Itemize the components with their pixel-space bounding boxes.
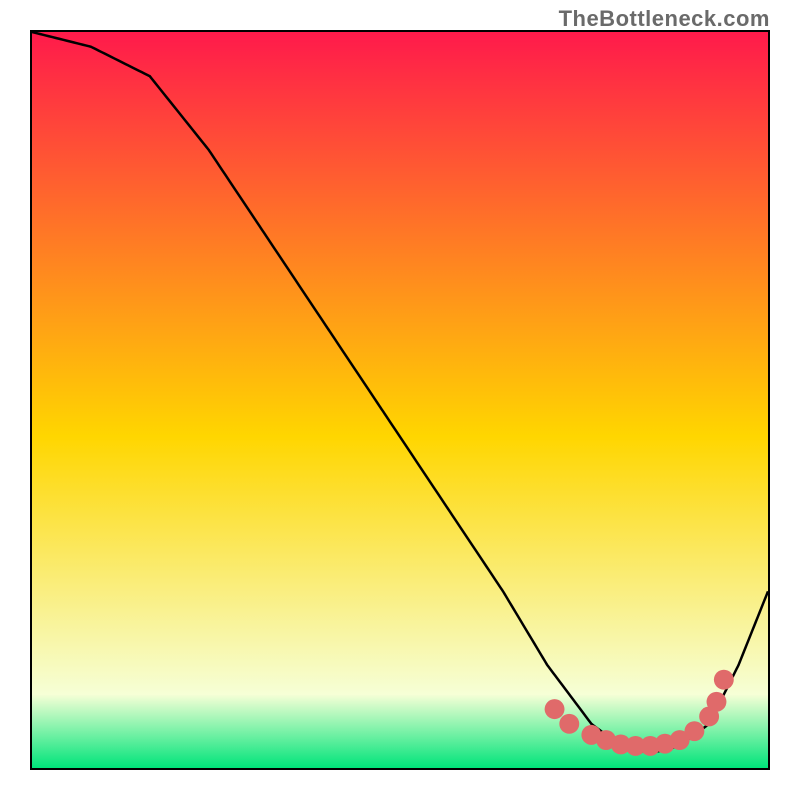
watermark-text: TheBottleneck.com <box>559 6 770 32</box>
chart-stage: TheBottleneck.com <box>0 0 800 800</box>
plot-area <box>30 30 770 770</box>
gradient-rect <box>32 32 768 768</box>
gradient-background <box>32 32 768 768</box>
